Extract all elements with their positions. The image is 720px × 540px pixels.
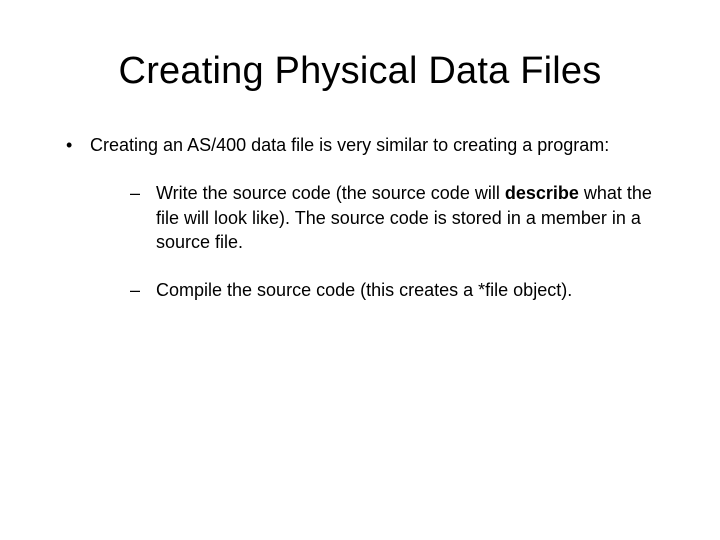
slide: Creating Physical Data Files Creating an… [0,0,720,540]
sub-bullet-item: Write the source code (the source code w… [90,181,660,254]
sub-bullet-item: Compile the source code (this creates a … [90,278,660,302]
slide-title: Creating Physical Data Files [60,50,660,93]
bullet-item: Creating an AS/400 data file is very sim… [60,133,660,302]
sub-bullet-text: Compile the source code (this creates a … [156,280,572,300]
bullet-text: Creating an AS/400 data file is very sim… [90,135,609,155]
bullet-list: Creating an AS/400 data file is very sim… [60,133,660,302]
sub-bullet-text-bold: describe [505,183,579,203]
sub-bullet-list: Write the source code (the source code w… [90,181,660,302]
sub-bullet-text-pre: Write the source code (the source code w… [156,183,505,203]
